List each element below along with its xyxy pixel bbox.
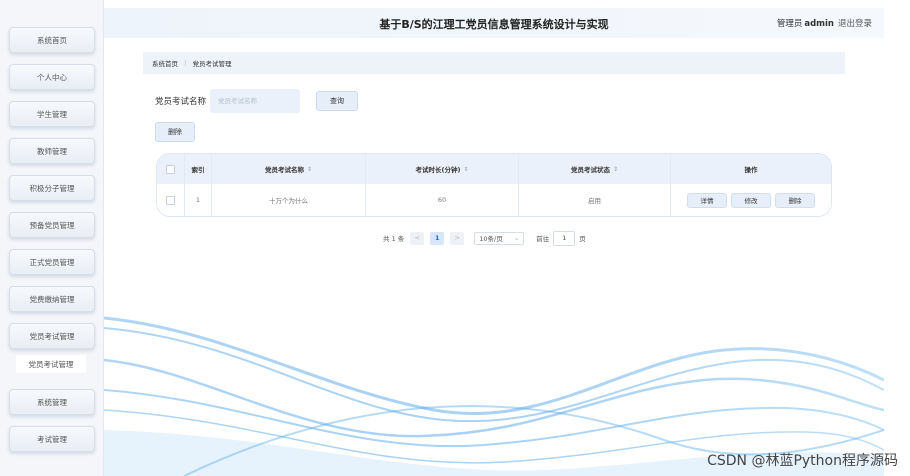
page-jump-prefix: 前往 (536, 235, 550, 243)
column-header-status[interactable]: 党员考试状态 ⇕ (519, 154, 671, 184)
current-page-button[interactable]: 1 (430, 231, 445, 245)
pagination: 共 1 条 < 1 > 10条/页 ⌄ 前往 1 页 (383, 230, 586, 246)
sidebar-item-label: 考试管理 (37, 434, 67, 444)
pagination-total: 共 1 条 (383, 235, 405, 243)
sidebar-item-label: 系统首页 (37, 35, 67, 45)
sidebar-item-label: 个人中心 (37, 72, 67, 82)
sidebar-subitem-label: 党员考试管理 (28, 359, 74, 369)
cell-exam-name: 十万个为什么 (212, 184, 366, 216)
cell-index: 1 (185, 184, 212, 216)
breadcrumb-home[interactable]: 系统首页 (152, 58, 178, 68)
column-header-index: 索引 (185, 154, 212, 184)
page-size-select[interactable]: 10条/页 ⌄ (474, 231, 525, 245)
edit-button[interactable]: 修改 (731, 192, 771, 208)
page-size-value: 10条/页 (479, 235, 503, 243)
table-header: 索引 党员考试名称 ⇕ 考试时长(分钟) ⇕ 党员考试状态 ⇕ 操作 (157, 154, 831, 184)
row-select-cell (157, 184, 185, 216)
sidebar-item-label: 预备党员管理 (29, 220, 75, 230)
search-label: 党员考试名称 (155, 97, 207, 107)
user-area: 管理员 admin 退出登录 (777, 17, 872, 29)
sidebar-item-label: 学生管理 (37, 109, 67, 119)
sidebar-item-teachers[interactable]: 教师管理 (9, 138, 95, 164)
sidebar-item-label: 系统管理 (37, 397, 67, 407)
user-name: admin (804, 19, 834, 29)
sidebar-item-students[interactable]: 学生管理 (9, 101, 95, 127)
sidebar-item-system[interactable]: 系统管理 (9, 389, 95, 415)
cell-actions: 详情 修改 删除 (671, 184, 831, 216)
detail-button[interactable]: 详情 (687, 192, 727, 208)
page-jump-input[interactable]: 1 (553, 230, 576, 246)
cell-status: 启用 (519, 184, 671, 216)
app-title: 基于B/S的江理工党员信息管理系统设计与实现 (379, 18, 609, 31)
column-header-duration[interactable]: 考试时长(分钟) ⇕ (366, 154, 519, 184)
page-jump: 前往 1 页 (536, 230, 586, 246)
watermark: CSDN @林蓝Python程序源码 (707, 453, 898, 469)
sidebar-item-label: 党费缴纳管理 (29, 294, 75, 304)
batch-delete-button[interactable]: 删除 (155, 122, 195, 142)
delete-row-button[interactable]: 删除 (775, 192, 815, 208)
sidebar-item-full-members[interactable]: 正式党员管理 (9, 249, 95, 275)
page-jump-suffix: 页 (579, 235, 586, 243)
query-button[interactable]: 查询 (316, 91, 358, 111)
sidebar-item-probationary-members[interactable]: 预备党员管理 (9, 212, 95, 238)
exam-name-search-input[interactable] (210, 89, 300, 113)
select-all-cell (157, 154, 185, 184)
sort-icon[interactable]: ⇕ (307, 166, 312, 173)
sidebar-item-label: 正式党员管理 (29, 257, 75, 267)
sidebar-item-dues[interactable]: 党费缴纳管理 (9, 286, 95, 312)
sidebar-item-member-exams[interactable]: 党员考试管理 (9, 323, 95, 349)
logout-link[interactable]: 退出登录 (838, 19, 872, 29)
column-header-actions: 操作 (671, 154, 831, 184)
column-header-label: 索引 (191, 166, 205, 174)
sidebar: 系统首页 个人中心 学生管理 教师管理 积极分子管理 预备党员管理 正式党员管理… (0, 0, 104, 476)
user-role: 管理员 (776, 19, 803, 29)
select-all-checkbox[interactable] (166, 164, 175, 174)
column-header-label: 考试时长(分钟) (415, 166, 461, 174)
next-page-icon[interactable]: > (450, 231, 465, 245)
cell-duration: 60 (366, 184, 519, 216)
breadcrumb-separator-icon: ⋮ (182, 59, 189, 67)
sidebar-item-home[interactable]: 系统首页 (9, 27, 95, 53)
sidebar-item-exams[interactable]: 考试管理 (9, 426, 95, 452)
breadcrumb-current: 党员考试管理 (192, 60, 232, 68)
sidebar-item-profile[interactable]: 个人中心 (9, 64, 95, 90)
column-header-exam-name[interactable]: 党员考试名称 ⇕ (212, 154, 366, 184)
column-header-label: 党员考试名称 (264, 166, 304, 174)
sidebar-item-label: 积极分子管理 (29, 183, 75, 193)
sort-icon[interactable]: ⇕ (463, 166, 468, 173)
sidebar-item-label: 党员考试管理 (29, 331, 75, 341)
column-header-label: 党员考试状态 (570, 166, 610, 174)
exam-table: 索引 党员考试名称 ⇕ 考试时长(分钟) ⇕ 党员考试状态 ⇕ 操作 1 十万个为什么… (156, 153, 832, 217)
breadcrumb: 系统首页 ⋮ 党员考试管理 (143, 52, 845, 74)
chevron-down-icon: ⌄ (513, 234, 520, 242)
sidebar-item-label: 教师管理 (37, 146, 67, 156)
sort-icon[interactable]: ⇕ (613, 166, 618, 173)
column-header-label: 操作 (744, 166, 758, 174)
table-row: 1 十万个为什么 60 启用 详情 修改 删除 (157, 184, 831, 216)
row-checkbox[interactable] (166, 195, 175, 205)
wave-background-decoration (104, 316, 884, 476)
top-bar: 基于B/S的江理工党员信息管理系统设计与实现 管理员 admin 退出登录 (104, 8, 884, 38)
sidebar-item-activists[interactable]: 积极分子管理 (9, 175, 95, 201)
prev-page-icon[interactable]: < (410, 231, 425, 245)
sidebar-subitem-member-exams[interactable]: 党员考试管理 (16, 355, 86, 373)
